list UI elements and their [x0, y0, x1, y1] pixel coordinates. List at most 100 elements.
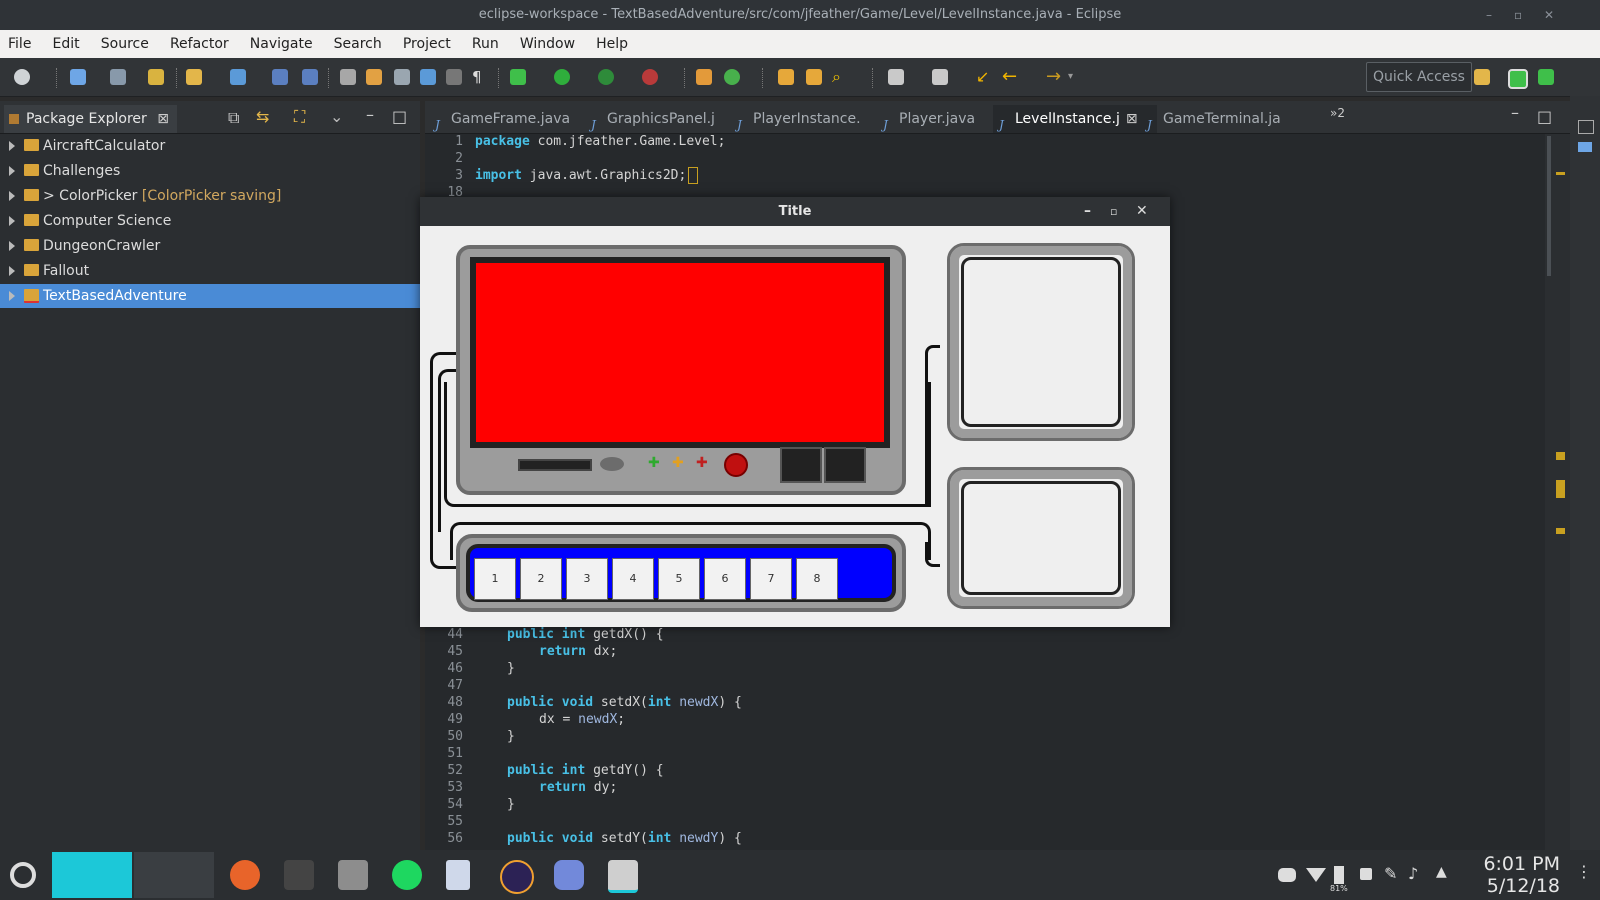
- open-type-hierarchy-icon[interactable]: [778, 69, 794, 85]
- text-editor-icon[interactable]: [446, 860, 470, 890]
- maximize-icon[interactable]: ▫: [1110, 197, 1117, 226]
- discord-icon[interactable]: [554, 860, 584, 890]
- power-button[interactable]: [724, 453, 748, 477]
- tree-item-fallout[interactable]: Fallout: [0, 259, 420, 283]
- word-wrap-icon[interactable]: [420, 69, 436, 85]
- workspace-1[interactable]: [52, 852, 132, 898]
- green-plus-icon[interactable]: ✚: [648, 455, 660, 471]
- menu-project[interactable]: Project: [395, 30, 459, 58]
- paperclip-icon[interactable]: ✎: [1384, 864, 1397, 883]
- close-icon[interactable]: ✕: [1136, 197, 1148, 226]
- menu-edit[interactable]: Edit: [45, 30, 88, 58]
- new-class-icon[interactable]: [724, 69, 740, 85]
- expand-arrow-icon[interactable]: [9, 266, 15, 276]
- overview-ruler[interactable]: [1545, 134, 1570, 850]
- hotbar-slot[interactable]: 4: [612, 558, 654, 600]
- menu-run[interactable]: Run: [464, 30, 507, 58]
- java-perspective-icon[interactable]: [1508, 69, 1528, 89]
- new-package-icon[interactable]: [696, 69, 712, 85]
- annotation-icon[interactable]: [888, 69, 904, 85]
- hotbar-slot[interactable]: 3: [566, 558, 608, 600]
- view-menu-icon[interactable]: ⌄: [330, 107, 343, 126]
- expand-arrow-icon[interactable]: [9, 191, 15, 201]
- forward-icon[interactable]: →: [1046, 68, 1062, 86]
- tab-levelinstance[interactable]: J LevelInstance.j ⊠: [993, 105, 1157, 133]
- terminal-icon[interactable]: [284, 860, 314, 890]
- block-select-icon[interactable]: [394, 69, 410, 85]
- files-icon[interactable]: [338, 860, 368, 890]
- tree-item-textbasedadventure[interactable]: TextBasedAdventure: [0, 284, 420, 308]
- occurrence-marker[interactable]: [1556, 452, 1565, 460]
- tab-graphicspanel[interactable]: J GraphicsPanel.j: [585, 105, 735, 133]
- expand-arrow-icon[interactable]: [9, 291, 15, 301]
- occurrence-marker[interactable]: [1556, 528, 1565, 534]
- wifi-icon[interactable]: [1306, 868, 1326, 882]
- expand-arrow-icon[interactable]: [9, 241, 15, 251]
- app-launcher-icon[interactable]: [10, 862, 36, 888]
- new-file-icon[interactable]: [186, 69, 202, 85]
- spotify-icon[interactable]: [392, 860, 422, 890]
- new-wizard-icon[interactable]: [148, 69, 164, 85]
- back-icon[interactable]: ←: [1002, 68, 1018, 86]
- tree-item-dungeoncrawler[interactable]: DungeonCrawler: [0, 234, 420, 258]
- volume-icon[interactable]: ♪: [1408, 864, 1418, 883]
- vertical-scrollbar[interactable]: [1547, 136, 1551, 276]
- lock-icon[interactable]: [1360, 868, 1372, 880]
- chevron-up-icon[interactable]: ▲: [1436, 864, 1447, 880]
- search-icon[interactable]: ⌕: [832, 69, 848, 85]
- battery-icon[interactable]: [1334, 866, 1344, 884]
- open-task-icon[interactable]: [806, 69, 822, 85]
- tab-gameframe[interactable]: J GameFrame.java: [429, 105, 585, 133]
- menu-help[interactable]: Help: [588, 30, 636, 58]
- expand-arrow-icon[interactable]: [9, 166, 15, 176]
- open-perspective-icon[interactable]: [1474, 69, 1490, 85]
- hotbar-slot[interactable]: 1: [474, 558, 516, 600]
- expand-arrow-icon[interactable]: [9, 216, 15, 226]
- pilcrow-icon[interactable]: ¶: [472, 69, 488, 85]
- menu-navigate[interactable]: Navigate: [242, 30, 321, 58]
- menu-refactor[interactable]: Refactor: [162, 30, 237, 58]
- clock[interactable]: 6:01 PM 5/12/18: [1466, 853, 1560, 897]
- chevron-down-icon[interactable]: ▾: [1068, 69, 1084, 85]
- collapse-all-icon[interactable]: ⧉: [228, 108, 239, 128]
- pin-editor-icon[interactable]: [932, 69, 948, 85]
- external-tools-icon[interactable]: [642, 69, 658, 85]
- show-whitespace-icon[interactable]: [446, 69, 462, 85]
- maximize-view-icon[interactable]: □: [392, 107, 407, 126]
- eclipse-icon[interactable]: [500, 860, 534, 894]
- minimize-view-icon[interactable]: –: [366, 105, 374, 124]
- save-icon[interactable]: [272, 69, 288, 85]
- maximize-editor-icon[interactable]: □: [1537, 107, 1552, 126]
- orange-plus-icon[interactable]: ✚: [672, 455, 684, 471]
- tree-item-challenges[interactable]: Challenges: [0, 159, 420, 183]
- menu-window[interactable]: Window: [512, 30, 583, 58]
- more-options-icon[interactable]: ⋮: [1576, 862, 1592, 881]
- tree-item-computer-science[interactable]: Computer Science: [0, 209, 420, 233]
- game-screen[interactable]: [470, 257, 890, 448]
- console-view-icon[interactable]: [1578, 142, 1592, 152]
- expand-arrow-icon[interactable]: [9, 141, 15, 151]
- occurrence-marker[interactable]: [1556, 480, 1565, 498]
- hotbar-slot[interactable]: 2: [520, 558, 562, 600]
- close-icon[interactable]: ⊠: [1126, 111, 1138, 127]
- toggle-breadcrumb-icon[interactable]: [340, 69, 356, 85]
- coverage-icon[interactable]: [598, 69, 614, 85]
- link-editor-icon[interactable]: ⇆: [256, 107, 269, 126]
- menu-search[interactable]: Search: [326, 30, 390, 58]
- last-edit-icon[interactable]: ↙: [976, 69, 992, 85]
- new-window-icon[interactable]: [70, 69, 86, 85]
- user-icon[interactable]: [14, 69, 30, 85]
- occurrence-marker[interactable]: [1556, 172, 1565, 175]
- hotbar-slot[interactable]: 7: [750, 558, 792, 600]
- mark-occurrences-icon[interactable]: [366, 69, 382, 85]
- tree-item-aircraftcalculator[interactable]: AircraftCalculator: [0, 134, 420, 158]
- discord-tray-icon[interactable]: [1278, 868, 1296, 882]
- package-explorer-tab[interactable]: Package Explorer ⊠: [4, 105, 177, 133]
- open-type-icon[interactable]: [230, 69, 246, 85]
- debug-icon[interactable]: [510, 69, 526, 85]
- debug-perspective-icon[interactable]: [1538, 69, 1554, 85]
- minimize-icon[interactable]: –: [1486, 0, 1492, 30]
- restore-icon[interactable]: [1578, 120, 1594, 134]
- red-plus-icon[interactable]: ✚: [696, 455, 708, 471]
- menu-file[interactable]: File: [0, 30, 39, 58]
